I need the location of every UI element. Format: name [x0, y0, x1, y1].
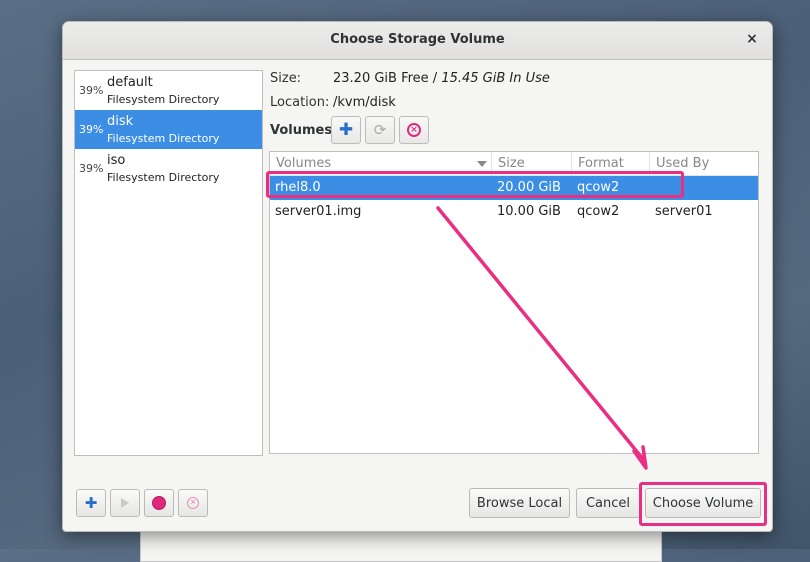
pool-usage-percent: 39% — [79, 84, 104, 97]
stop-icon — [152, 496, 166, 510]
delete-pool-button[interactable]: × — [178, 489, 208, 517]
pool-usage-percent: 39% — [79, 123, 104, 136]
start-pool-button[interactable] — [110, 489, 140, 517]
pool-usage-percent: 39% — [79, 162, 104, 175]
add-volume-button[interactable]: ✚ — [331, 116, 361, 144]
annotation-highlight-button — [639, 482, 767, 526]
pool-item-iso[interactable]: 39% iso Filesystem Directory — [75, 149, 262, 188]
storage-pool-list: 39% default Filesystem Directory 39% dis… — [74, 70, 263, 456]
volume-format: qcow2 — [577, 204, 620, 219]
pool-item-default[interactable]: 39% default Filesystem Directory — [75, 71, 262, 110]
delete-icon: × — [407, 123, 421, 137]
plus-icon: ✚ — [338, 119, 354, 140]
size-free: 23.20 GiB Free / — [333, 71, 442, 86]
add-pool-button[interactable]: ✚ — [76, 489, 106, 517]
pool-name: disk — [107, 114, 134, 129]
pool-type: Filesystem Directory — [107, 132, 220, 145]
pool-item-disk[interactable]: 39% disk Filesystem Directory — [75, 110, 262, 149]
location-value: /kvm/disk — [333, 95, 396, 110]
play-icon — [121, 498, 129, 508]
size-in-use: 15.45 GiB In Use — [441, 71, 550, 86]
refresh-volumes-button[interactable]: ⟳ — [365, 116, 395, 144]
volume-size: 10.00 GiB — [497, 204, 561, 219]
table-row[interactable]: server01.img 10.00 GiB qcow2 server01 — [270, 200, 758, 224]
pool-type: Filesystem Directory — [107, 171, 220, 184]
choose-storage-volume-dialog: Choose Storage Volume × 39% default File… — [62, 21, 773, 532]
browse-local-button[interactable]: Browse Local — [469, 488, 570, 518]
cancel-button[interactable]: Cancel — [576, 488, 640, 518]
refresh-icon: ⟳ — [373, 121, 387, 139]
volume-used-by: server01 — [655, 204, 713, 219]
annotation-highlight-row — [266, 171, 684, 198]
pool-type: Filesystem Directory — [107, 93, 220, 106]
close-icon[interactable]: × — [744, 31, 760, 47]
titlebar: Choose Storage Volume × — [63, 22, 772, 60]
plus-icon: ✚ — [84, 493, 98, 512]
delete-volume-button[interactable]: × — [399, 116, 429, 144]
delete-icon: × — [187, 497, 199, 509]
pool-name: default — [107, 75, 153, 90]
pool-name: iso — [107, 153, 126, 168]
dialog-title: Choose Storage Volume — [330, 32, 505, 47]
size-label: Size: — [270, 71, 302, 86]
location-label: Location: — [270, 95, 330, 110]
size-value: 23.20 GiB Free / 15.45 GiB In Use — [333, 71, 550, 86]
volumes-label: Volumes — [270, 123, 333, 138]
sort-descending-icon — [477, 161, 487, 167]
stop-pool-button[interactable] — [144, 489, 174, 517]
volume-name: server01.img — [275, 204, 362, 219]
